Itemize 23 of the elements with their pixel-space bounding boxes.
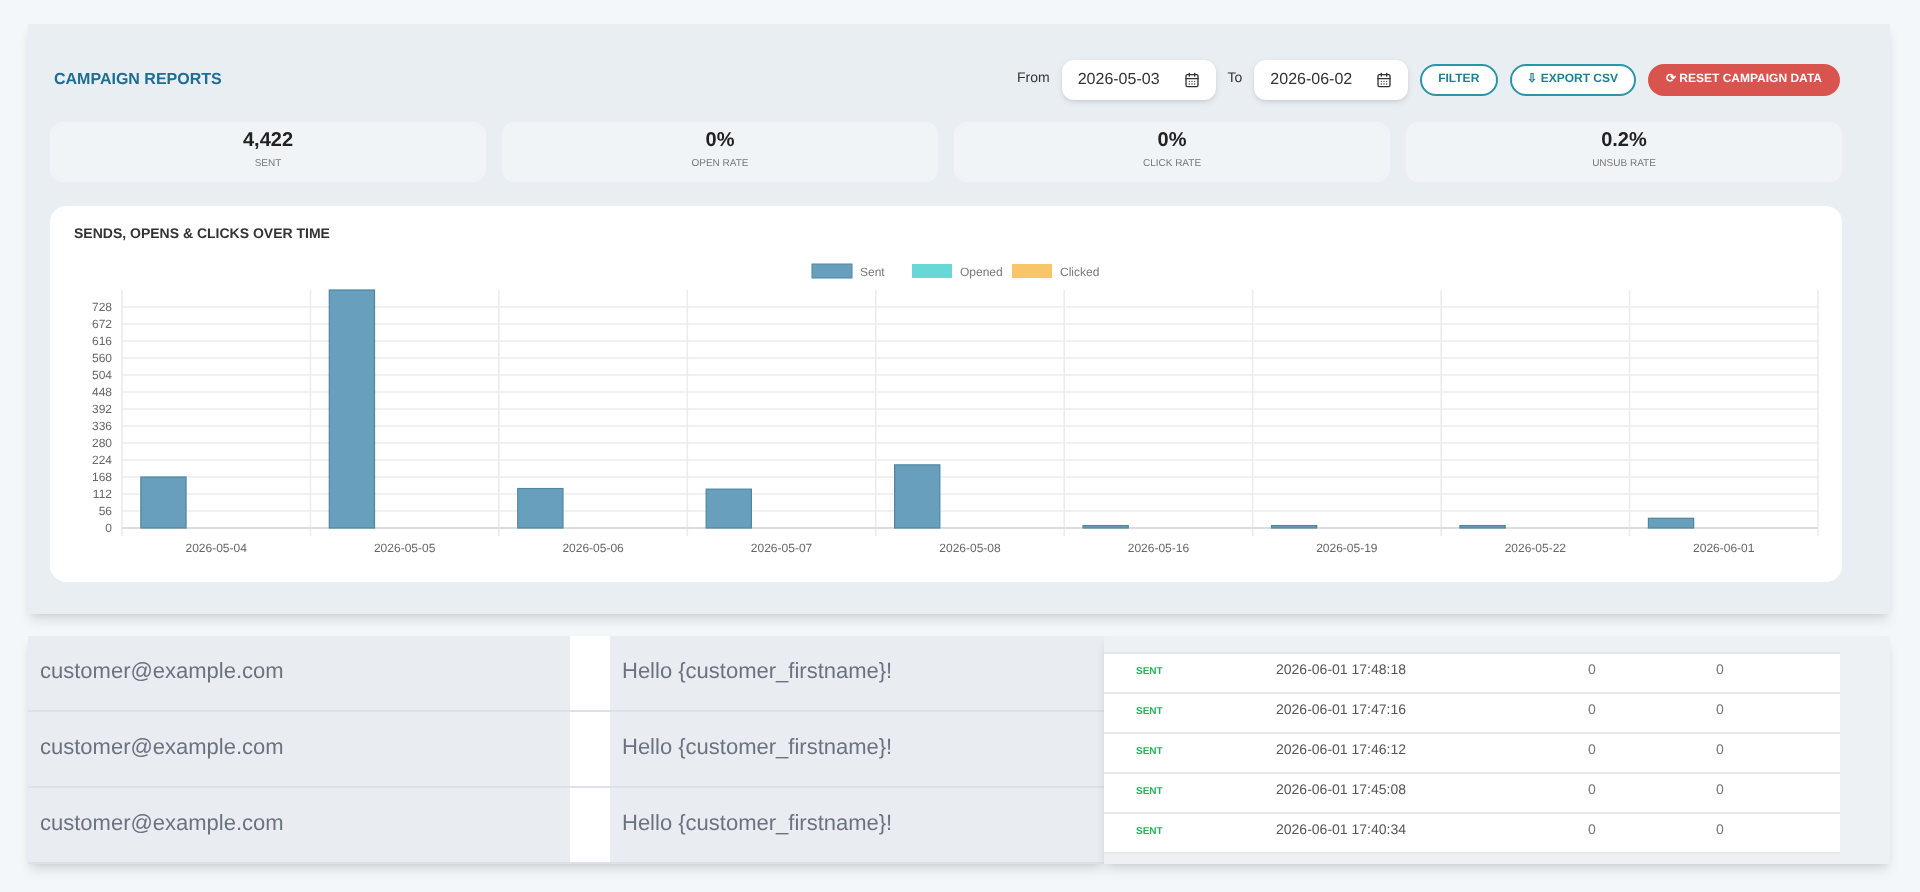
bar <box>705 488 752 529</box>
table-cell: Hello {customer_firstname}! <box>610 636 1104 710</box>
table-cell: customer@example.com <box>28 636 570 710</box>
bar <box>894 464 941 529</box>
calendar-icon <box>1183 72 1200 88</box>
bar <box>517 487 564 529</box>
page-title: CAMPAIGN REPORTS <box>54 68 222 92</box>
stat-value: 0% <box>1157 131 1187 152</box>
bar <box>140 476 187 529</box>
bar <box>1270 524 1318 529</box>
stat-value: 4,422 <box>242 131 294 152</box>
calendar-icon <box>1376 72 1393 88</box>
bar <box>1082 524 1129 529</box>
stat-value: 0% <box>705 131 735 152</box>
bar <box>1459 524 1506 529</box>
table-cell: customer@example.com <box>28 788 570 862</box>
table-cell: Hello {customer_firstname}! <box>610 788 1104 862</box>
table-cell: customer@example.com <box>28 712 570 786</box>
to-date-field[interactable]: 2026-06-02 <box>1254 60 1409 100</box>
stat-value: 0.2% <box>1601 131 1647 152</box>
from-date-field[interactable]: 2026-05-03 <box>1061 60 1216 100</box>
table-cell: Hello {customer_firstname}! <box>610 712 1104 786</box>
bar <box>1647 517 1695 529</box>
